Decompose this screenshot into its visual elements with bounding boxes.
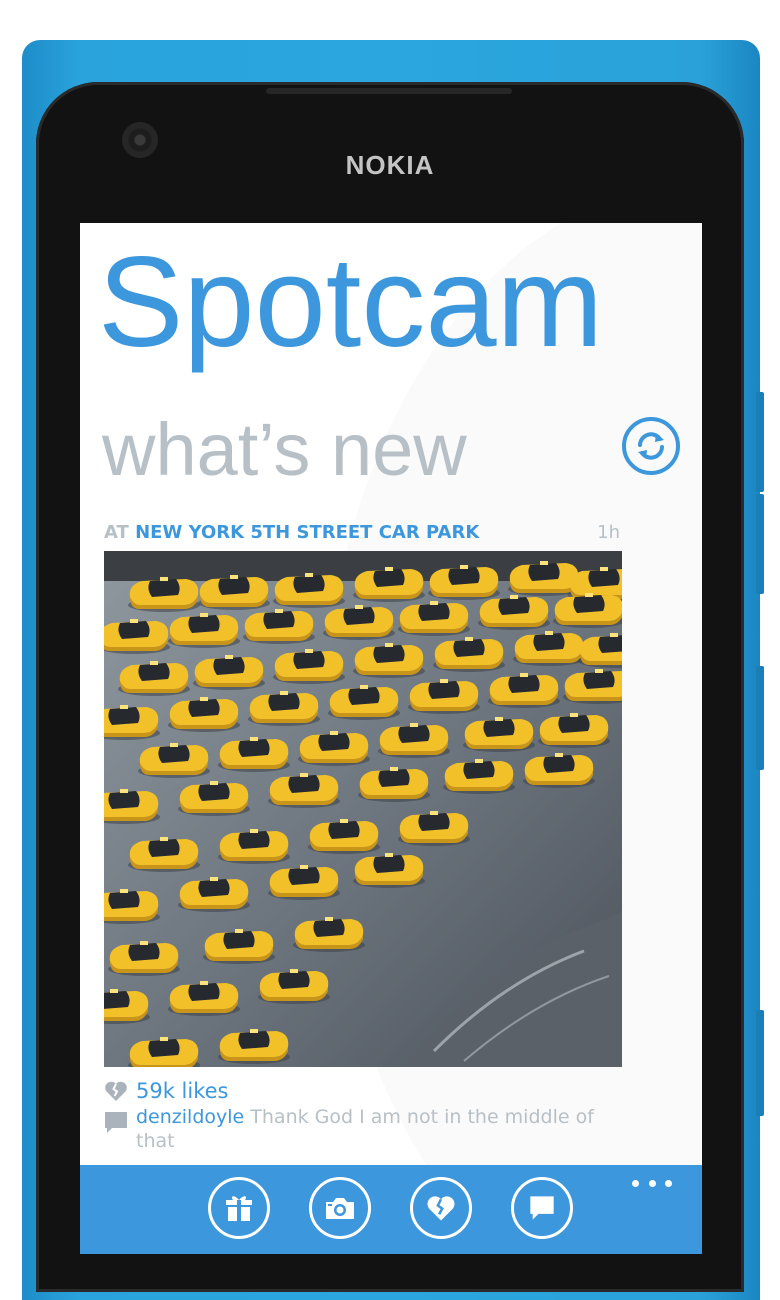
likes-count: 59k likes (136, 1079, 229, 1103)
ellipsis-icon (665, 1179, 672, 1187)
screen: Spotcam what’s new AT NEW YORK 5TH STREE… (80, 223, 702, 1254)
front-camera (122, 122, 158, 158)
comment-username[interactable]: denzildoyle (136, 1106, 244, 1128)
location-prefix: AT (104, 522, 129, 543)
camera-button[interactable] (309, 1177, 371, 1239)
volume-button (756, 392, 764, 492)
power-button (756, 666, 764, 770)
comment-icon (530, 1196, 554, 1220)
gift-button[interactable] (208, 1177, 270, 1239)
page-title: what’s new (102, 408, 467, 491)
app-title: Spotcam (98, 231, 604, 374)
app-bar (80, 1165, 702, 1254)
likes-row[interactable]: 59k likes (104, 1077, 229, 1105)
post-age: 1h (597, 522, 620, 543)
broken-heart-icon (105, 1081, 127, 1101)
more-options-button[interactable] (632, 1173, 672, 1193)
post-location: AT NEW YORK 5TH STREET CAR PARK 1h (104, 521, 620, 545)
comment-text: denzildoyle Thank God I am not in the mi… (136, 1105, 614, 1153)
ellipsis-icon (648, 1179, 656, 1187)
comment-button[interactable] (511, 1177, 573, 1239)
gift-icon (226, 1196, 252, 1221)
comment: denzildoyle Thank God I am not in the mi… (104, 1105, 614, 1153)
comment-icon (105, 1112, 127, 1133)
like-button[interactable] (410, 1177, 472, 1239)
volume-button-lower (756, 494, 764, 594)
camera-icon (326, 1198, 354, 1219)
brand-logo: NOKIA (345, 150, 435, 180)
refresh-button[interactable] (622, 417, 680, 475)
ellipsis-icon (632, 1179, 639, 1187)
broken-heart-icon (427, 1196, 455, 1221)
earpiece (266, 88, 512, 94)
location-link[interactable]: NEW YORK 5TH STREET CAR PARK (135, 522, 479, 543)
post-photo[interactable] (104, 551, 622, 1067)
refresh-icon (638, 432, 664, 460)
camera-shutter-button (756, 1010, 764, 1116)
